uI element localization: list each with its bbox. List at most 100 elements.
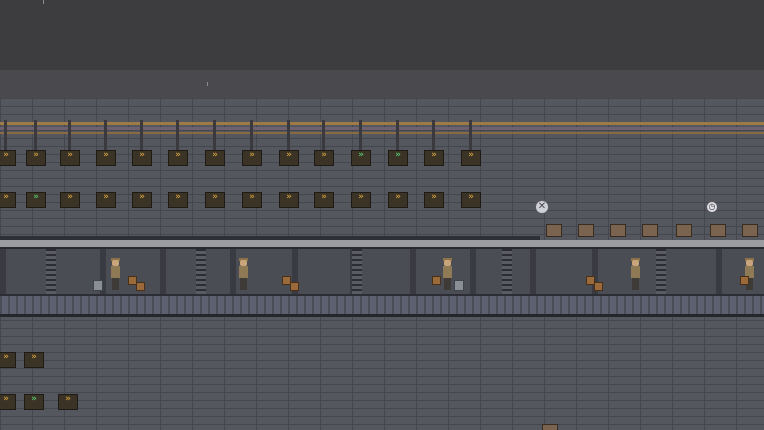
hopper[interactable]: »	[242, 192, 262, 208]
hopper[interactable]: »	[24, 352, 44, 368]
hopper[interactable]: »	[60, 192, 80, 208]
upper-floor	[0, 240, 764, 249]
chevron-down-icon: »	[3, 150, 9, 160]
chevron-down-icon: »	[33, 192, 39, 202]
hopper[interactable]: »	[205, 192, 225, 208]
support-column	[470, 249, 476, 294]
hopper[interactable]: »	[24, 394, 44, 410]
hopper[interactable]: »	[96, 192, 116, 208]
crate[interactable]	[136, 282, 145, 291]
hopper[interactable]: »	[0, 394, 16, 410]
pipe-stem	[432, 120, 435, 150]
worker-legs	[444, 278, 451, 290]
chevron-down-icon: »	[212, 150, 218, 160]
ladder[interactable]	[656, 249, 666, 294]
crate[interactable]	[594, 282, 603, 291]
hopper[interactable]: »	[205, 150, 225, 166]
machine-device[interactable]	[546, 224, 562, 237]
chevron-down-icon: »	[395, 150, 401, 160]
ladder[interactable]	[196, 249, 206, 294]
chevron-down-icon: »	[468, 150, 474, 160]
hopper[interactable]: »	[132, 150, 152, 166]
hopper[interactable]: »	[351, 150, 371, 166]
chevron-down-icon: »	[3, 394, 9, 404]
worker-legs	[240, 278, 247, 290]
hopper[interactable]: »	[424, 192, 444, 208]
pipe-stem	[140, 120, 143, 150]
barrel[interactable]	[454, 280, 464, 291]
worker[interactable]	[238, 258, 248, 290]
pipe-stem	[213, 120, 216, 150]
crate[interactable]	[740, 276, 749, 285]
support-column	[230, 249, 236, 294]
machine-device[interactable]	[578, 224, 594, 237]
support-column	[530, 249, 536, 294]
hopper[interactable]: »	[0, 352, 16, 368]
chevron-down-icon: »	[431, 150, 437, 160]
worker-legs	[112, 278, 119, 290]
worker-body	[239, 266, 248, 278]
worker-body	[631, 266, 640, 278]
machine-device[interactable]	[676, 224, 692, 237]
hopper[interactable]: »	[461, 150, 481, 166]
chevron-down-icon: »	[175, 192, 181, 202]
hopper[interactable]: »	[58, 394, 78, 410]
hopper[interactable]: »	[132, 192, 152, 208]
ladder[interactable]	[502, 249, 512, 294]
chevron-down-icon: »	[358, 150, 364, 160]
ladder[interactable]	[352, 249, 362, 294]
hopper[interactable]: »	[279, 192, 299, 208]
hopper[interactable]: »	[314, 192, 334, 208]
support-column	[160, 249, 166, 294]
chevron-down-icon: »	[321, 192, 327, 202]
worker-body	[443, 266, 452, 278]
storage-device[interactable]	[542, 424, 558, 430]
hopper[interactable]: »	[168, 192, 188, 208]
hopper[interactable]: »	[388, 192, 408, 208]
hopper[interactable]: »	[0, 150, 16, 166]
hopper[interactable]: »	[96, 150, 116, 166]
worker[interactable]	[744, 258, 754, 290]
worker[interactable]	[630, 258, 640, 290]
hopper[interactable]: »	[351, 192, 371, 208]
crate[interactable]	[290, 282, 299, 291]
hopper[interactable]: »	[168, 150, 188, 166]
chevron-down-icon: »	[468, 192, 474, 202]
hopper[interactable]: »	[388, 150, 408, 166]
close-icon[interactable]: ✕	[535, 200, 549, 214]
chevron-down-icon: »	[286, 192, 292, 202]
clock-icon[interactable]: ◷	[706, 201, 718, 213]
hopper[interactable]: »	[424, 150, 444, 166]
pipe-stem	[322, 120, 325, 150]
chevron-down-icon: »	[175, 150, 181, 160]
hopper[interactable]: »	[314, 150, 334, 166]
hopper[interactable]: »	[279, 150, 299, 166]
hopper[interactable]: »	[26, 192, 46, 208]
pipe-stem	[104, 120, 107, 150]
machine-device[interactable]	[742, 224, 758, 237]
machine-device[interactable]	[642, 224, 658, 237]
chevron-down-icon: »	[33, 150, 39, 160]
chevron-down-icon: »	[249, 150, 255, 160]
hopper[interactable]: »	[461, 192, 481, 208]
pipe-stem	[396, 120, 399, 150]
crate[interactable]	[432, 276, 441, 285]
machine-device[interactable]	[710, 224, 726, 237]
chevron-down-icon: »	[67, 192, 73, 202]
hopper[interactable]: »	[60, 150, 80, 166]
support-column	[0, 249, 6, 294]
worker[interactable]	[110, 258, 120, 290]
hopper[interactable]: »	[242, 150, 262, 166]
support-column	[410, 249, 416, 294]
main-floor	[0, 294, 764, 317]
chevron-down-icon: »	[139, 150, 145, 160]
barrel[interactable]	[93, 280, 103, 291]
hopper[interactable]: »	[26, 150, 46, 166]
chevron-down-icon: »	[321, 150, 327, 160]
chevron-down-icon: »	[3, 352, 9, 362]
hopper[interactable]: »	[0, 192, 16, 208]
worker[interactable]	[442, 258, 452, 290]
chevron-down-icon: »	[31, 394, 37, 404]
ladder[interactable]	[46, 249, 56, 294]
machine-device[interactable]	[610, 224, 626, 237]
